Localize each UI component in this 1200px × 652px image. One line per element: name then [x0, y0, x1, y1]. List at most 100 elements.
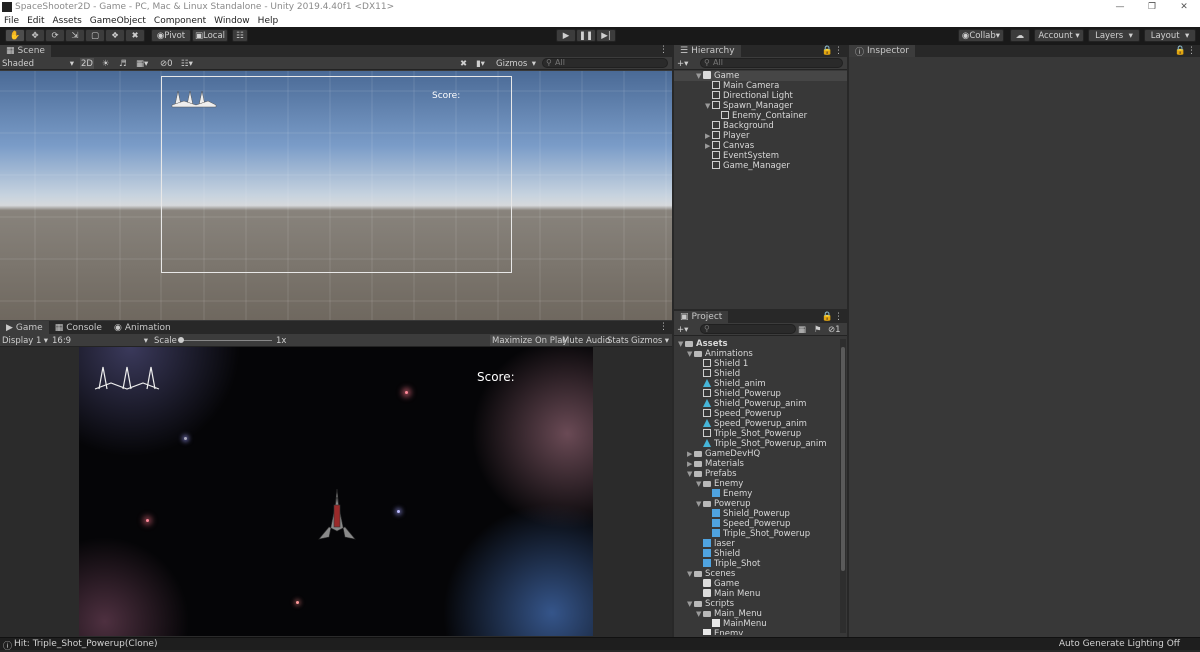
expand-arrow-icon[interactable]: ▼	[687, 569, 694, 579]
minimize-icon[interactable]: —	[1104, 0, 1136, 14]
camera-dropdown-icon[interactable]: ▮▾	[476, 58, 485, 69]
add-object-dropdown[interactable]: + ▾	[677, 58, 688, 69]
search-by-label-icon[interactable]: ⚑	[814, 324, 822, 335]
project-item-row[interactable]: ▶ Materials	[674, 459, 839, 469]
layout-dropdown[interactable]: Layout ▾	[1144, 29, 1196, 42]
2d-toggle-button[interactable]: 2D	[80, 58, 94, 69]
tab-scene[interactable]: ▦ Scene	[0, 45, 51, 57]
scale-slider-handle[interactable]	[178, 337, 184, 343]
cloud-button[interactable]: ☁	[1010, 29, 1030, 42]
collapse-arrow-icon[interactable]: ▶	[687, 459, 694, 469]
panel-menu-icon[interactable]: ⋮	[834, 312, 843, 322]
expand-arrow-icon[interactable]: ▼	[687, 469, 694, 479]
project-item-row[interactable]: Shield_Powerup	[674, 389, 839, 399]
scale-slider[interactable]	[178, 335, 274, 346]
expand-arrow-icon[interactable]: ▼	[696, 499, 703, 509]
project-item-row[interactable]: Speed_Powerup	[674, 519, 839, 529]
step-button[interactable]: ▶|	[596, 29, 616, 42]
menu-edit[interactable]: Edit	[23, 16, 48, 26]
status-message[interactable]: Hit: Triple_Shot_Powerup(Clone)	[14, 639, 157, 649]
rotate-tool-icon[interactable]: ⟳	[45, 29, 65, 42]
collapse-arrow-icon[interactable]: ▶	[687, 449, 694, 459]
hierarchy-item-row[interactable]: ▼ Spawn_Manager	[674, 101, 847, 111]
collapse-arrow-icon[interactable]: ▶	[705, 131, 712, 141]
grid-snap-icon[interactable]: ☷	[232, 29, 248, 42]
restore-icon[interactable]: ❐	[1136, 0, 1168, 14]
panel-menu-icon[interactable]: ⋮	[659, 45, 668, 55]
scene-viewport[interactable]: Score:	[0, 71, 672, 320]
project-item-row[interactable]: Shield	[674, 549, 839, 559]
project-item-row[interactable]: Speed_Powerup_anim	[674, 419, 839, 429]
project-item-row[interactable]: Triple_Shot_Powerup	[674, 529, 839, 539]
project-item-row[interactable]: ▼ Powerup	[674, 499, 839, 509]
project-search-input[interactable]: ⚲	[700, 324, 796, 334]
shading-mode-dropdown[interactable]: Shaded ▾	[2, 58, 74, 69]
project-item-row[interactable]: Shield 1	[674, 359, 839, 369]
project-item-row[interactable]: ▼ Scripts	[674, 599, 839, 609]
maximize-on-play-toggle[interactable]: Maximize On Play	[490, 335, 570, 346]
project-scrollbar[interactable]	[840, 339, 846, 633]
tab-console[interactable]: ▦ Console	[48, 321, 108, 334]
close-icon[interactable]: ✕	[1168, 0, 1200, 14]
project-item-row[interactable]: Enemy	[674, 489, 839, 499]
hierarchy-item-row[interactable]: Directional Light	[674, 91, 847, 101]
create-asset-dropdown[interactable]: + ▾	[677, 324, 688, 335]
menu-assets[interactable]: Assets	[49, 16, 86, 26]
expand-arrow-icon[interactable]: ▼	[696, 479, 703, 489]
project-item-row[interactable]: Speed_Powerup	[674, 409, 839, 419]
hierarchy-item-row[interactable]: Background	[674, 121, 847, 131]
hidden-objects-toggle[interactable]: ⊘ 0	[160, 58, 173, 69]
grid-dropdown-icon[interactable]: ☷▾	[181, 58, 193, 69]
project-item-row[interactable]: ▼ Enemy	[674, 479, 839, 489]
expand-arrow-icon[interactable]: ▼	[687, 599, 694, 609]
hierarchy-item-row[interactable]: ▶ Canvas	[674, 141, 847, 151]
project-item-row[interactable]: ▼ Scenes	[674, 569, 839, 579]
tools-icon[interactable]: ✖	[460, 58, 467, 69]
custom-tool-icon[interactable]: ✖	[125, 29, 145, 42]
project-item-row[interactable]: Triple_Shot_Powerup_anim	[674, 439, 839, 449]
expand-arrow-icon[interactable]: ▼	[678, 339, 685, 349]
hierarchy-item-row[interactable]: Main Camera	[674, 81, 847, 91]
hand-tool-icon[interactable]: ✋	[5, 29, 25, 42]
lock-icon[interactable]: 🔒	[822, 46, 833, 56]
scene-search-input[interactable]: ⚲ All	[542, 58, 668, 68]
panel-menu-icon[interactable]: ⋮	[659, 322, 668, 332]
pause-button[interactable]: ❚❚	[576, 29, 596, 42]
menu-file[interactable]: File	[0, 16, 23, 26]
lock-icon[interactable]: 🔒	[822, 312, 833, 322]
hidden-packages-toggle[interactable]: ⊘ 1	[828, 324, 841, 335]
project-item-row[interactable]: Shield_Powerup	[674, 509, 839, 519]
project-item-row[interactable]: Enemy	[674, 629, 839, 635]
hierarchy-item-row[interactable]: ▶ Player	[674, 131, 847, 141]
project-item-row[interactable]: Main Menu	[674, 589, 839, 599]
move-tool-icon[interactable]: ✥	[25, 29, 45, 42]
hierarchy-search-input[interactable]: ⚲ All	[700, 58, 843, 68]
tab-game[interactable]: ▶ Game	[0, 321, 49, 334]
project-item-row[interactable]: ▶ GameDevHQ	[674, 449, 839, 459]
project-scrollbar-thumb[interactable]	[841, 347, 845, 571]
search-by-type-icon[interactable]: ▦	[798, 324, 806, 335]
play-button[interactable]: ▶	[556, 29, 576, 42]
menu-gameobject[interactable]: GameObject	[86, 16, 150, 26]
project-item-row[interactable]: Shield_anim	[674, 379, 839, 389]
account-dropdown[interactable]: Account ▾	[1034, 29, 1084, 42]
display-dropdown[interactable]: Display 1 ▾	[2, 335, 48, 346]
aspect-dropdown[interactable]: 16:9 ▾	[52, 335, 148, 346]
project-item-row[interactable]: Shield	[674, 369, 839, 379]
project-item-row[interactable]: ▼ Animations	[674, 349, 839, 359]
panel-menu-icon[interactable]: ⋮	[1187, 46, 1196, 56]
expand-arrow-icon[interactable]: ▼	[687, 349, 694, 359]
project-item-row[interactable]: Shield_Powerup_anim	[674, 399, 839, 409]
project-item-row[interactable]: ▼ Prefabs	[674, 469, 839, 479]
expand-arrow-icon[interactable]: ▼	[705, 101, 712, 111]
hierarchy-item-row[interactable]: Enemy_Container	[674, 111, 847, 121]
project-item-row[interactable]: Triple_Shot_Powerup	[674, 429, 839, 439]
project-item-row[interactable]: Triple_Shot	[674, 559, 839, 569]
effects-dropdown-icon[interactable]: ▦▾	[136, 58, 148, 69]
rect-tool-icon[interactable]: ▢	[85, 29, 105, 42]
game-viewport[interactable]: Score:	[79, 347, 593, 636]
project-item-row[interactable]: ▼ Assets	[674, 339, 839, 349]
scale-tool-icon[interactable]: ⇲	[65, 29, 85, 42]
collapse-arrow-icon[interactable]: ▶	[705, 141, 712, 151]
project-item-row[interactable]: ▼ Main_Menu	[674, 609, 839, 619]
